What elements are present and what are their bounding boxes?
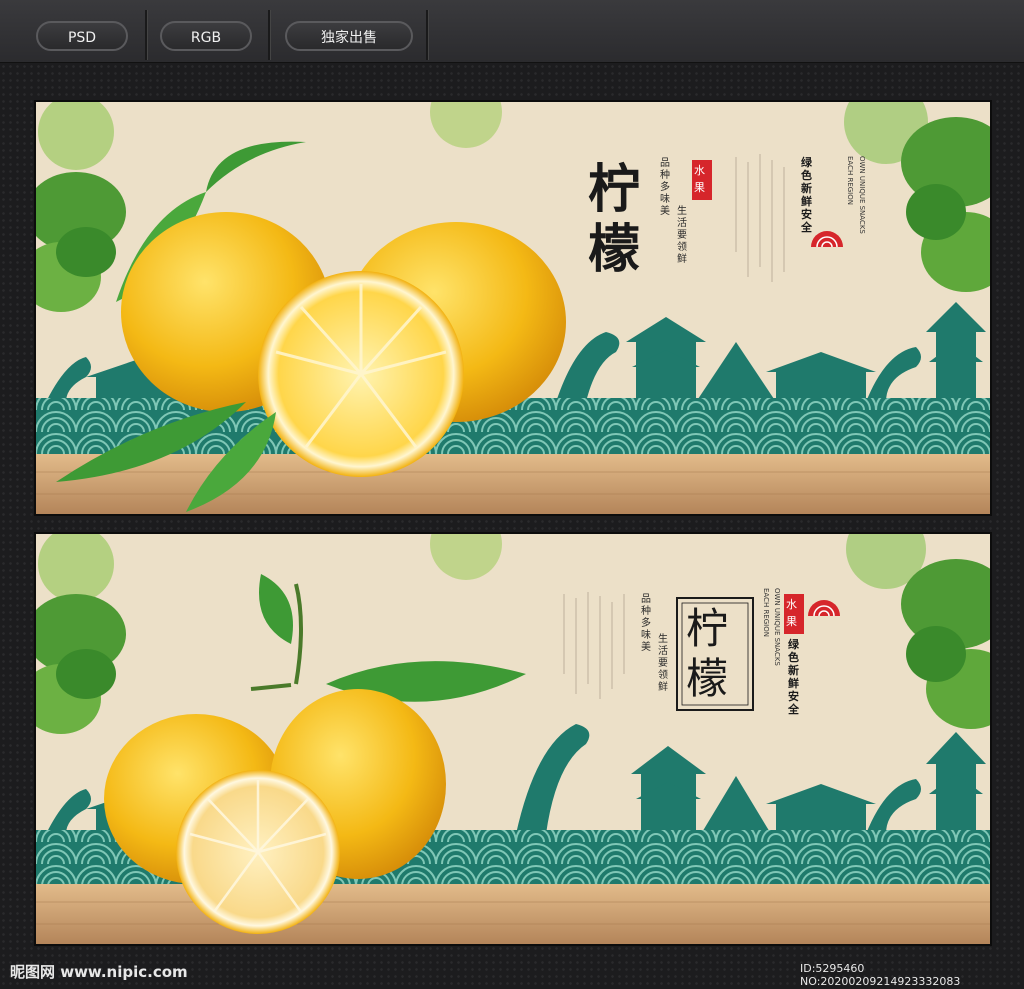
slogan-column-1: 品种多味美 bbox=[660, 158, 670, 217]
wood-shelf bbox=[36, 454, 990, 514]
slogan-column-1: 品种多味美 bbox=[641, 594, 651, 653]
english-text: OWN UNIQUE SNACKS bbox=[773, 588, 781, 666]
divider bbox=[268, 10, 270, 60]
poster-2-artwork bbox=[36, 534, 990, 944]
seal-text: 水果 bbox=[694, 164, 705, 194]
tag-exclusive[interactable]: 独家出售 bbox=[285, 21, 413, 51]
divider bbox=[145, 10, 147, 60]
poster-1: 柠 檬 品种多味美 生活要领鲜 水果 绿色新鲜安全 EACH REGION OW… bbox=[34, 100, 992, 516]
green-safe-text: 绿色新鲜安全 bbox=[788, 638, 799, 716]
title-char: 柠 bbox=[686, 604, 729, 653]
title-char: 檬 bbox=[588, 219, 641, 280]
divider bbox=[426, 10, 428, 60]
seal-text: 水果 bbox=[786, 598, 797, 628]
poster-1-title: 柠 檬 bbox=[588, 160, 640, 280]
title-char: 檬 bbox=[686, 654, 729, 703]
top-bar: PSD RGB 独家出售 bbox=[0, 0, 1024, 63]
poster-2-title: 柠 檬 bbox=[686, 604, 728, 704]
slogan-column-2: 生活要领鲜 bbox=[677, 206, 687, 265]
slogan-column-2: 生活要领鲜 bbox=[658, 634, 668, 693]
title-char: 柠 bbox=[588, 159, 641, 220]
tag-psd[interactable]: PSD bbox=[36, 21, 128, 51]
wood-shelf bbox=[36, 884, 990, 944]
english-text: EACH REGION bbox=[846, 156, 854, 205]
poster-2: 柠 檬 品种多味美 生活要领鲜 水果 绿色新鲜安全 EACH REGION OW… bbox=[34, 532, 992, 946]
english-text: EACH REGION bbox=[762, 588, 770, 637]
green-safe-text: 绿色新鲜安全 bbox=[801, 156, 812, 234]
english-text: OWN UNIQUE SNACKS bbox=[858, 156, 866, 234]
site-brand: 昵图网 www.nipic.com bbox=[10, 963, 188, 981]
image-id: ID:5295460 NO:20200209214923332083 bbox=[800, 962, 961, 988]
tag-rgb[interactable]: RGB bbox=[160, 21, 252, 51]
